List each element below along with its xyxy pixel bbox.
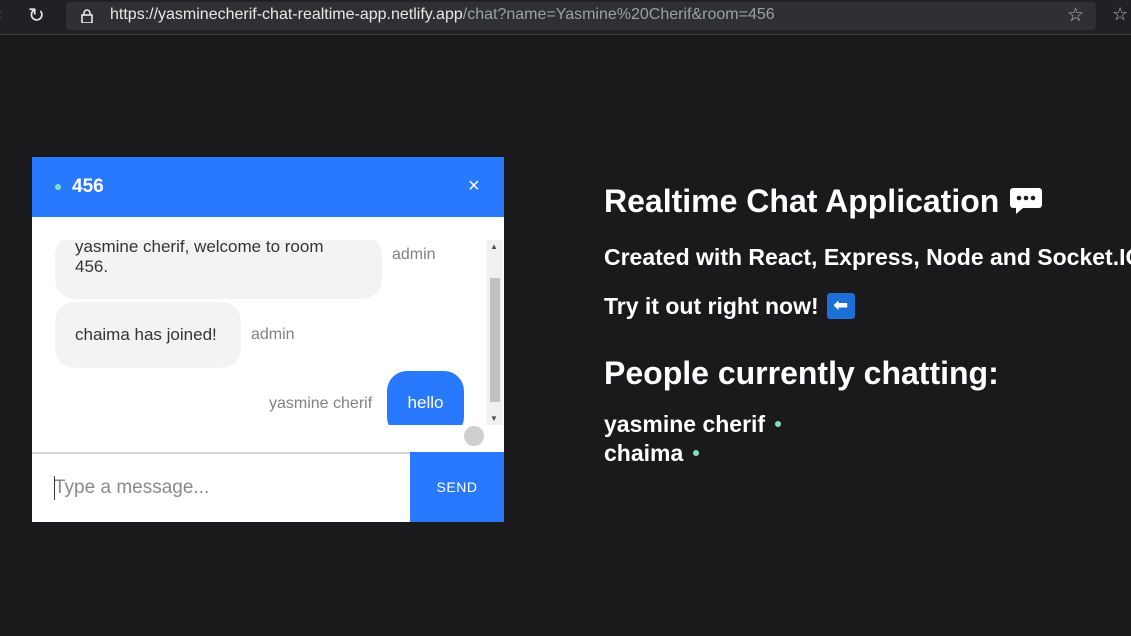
browser-toolbar: ‹ ↻ https://yasminecherif-chat-realtime-… bbox=[0, 0, 1131, 35]
person-item: chaima bbox=[604, 439, 1131, 468]
message-sender: admin bbox=[392, 246, 436, 263]
url-path: /chat?name=Yasmine%20Cherif&room=456 bbox=[462, 6, 775, 23]
url-text: https://yasminecherif-chat-realtime-app.… bbox=[110, 6, 775, 24]
messages-scrollbar[interactable]: ▲ ▼ bbox=[487, 240, 503, 425]
message-bubble: hello bbox=[387, 371, 464, 425]
app-title-text: Realtime Chat Application bbox=[604, 183, 1000, 219]
url-base: https://yasminecherif-chat-realtime-app.… bbox=[110, 6, 463, 23]
text-caret bbox=[54, 476, 55, 500]
people-list: yasmine cherif chaima bbox=[604, 410, 1131, 468]
message-item: yasmine cherif, welcome to room 456. adm… bbox=[55, 240, 475, 299]
message-sender: yasmine cherif bbox=[269, 395, 373, 412]
room-name: 456 bbox=[72, 176, 104, 197]
send-button[interactable]: SEND bbox=[410, 452, 504, 522]
left-arrow-icon: ⬅ bbox=[826, 292, 855, 319]
app-cta: Try it out right now! ⬅ bbox=[604, 292, 1131, 321]
back-icon[interactable]: ‹ bbox=[0, 6, 1, 24]
reload-icon[interactable]: ↻ bbox=[28, 3, 45, 28]
message-input[interactable] bbox=[32, 454, 410, 522]
address-bar[interactable]: https://yasminecherif-chat-realtime-app.… bbox=[66, 2, 1096, 30]
favorites-icon[interactable]: ☆ bbox=[1112, 4, 1128, 25]
message-text: yasmine cherif, welcome to room 456. bbox=[75, 240, 324, 276]
close-icon[interactable]: × bbox=[468, 175, 480, 198]
message-sender: admin bbox=[251, 326, 295, 343]
message-item: chaima has joined! admin bbox=[55, 302, 355, 368]
message-bubble: chaima has joined! bbox=[55, 302, 241, 368]
message-item-own: yasmine cherif hello bbox=[262, 371, 472, 425]
app-cta-text: Try it out right now! bbox=[604, 293, 819, 319]
online-indicator-icon bbox=[55, 184, 61, 190]
speech-balloon-icon bbox=[1010, 187, 1043, 214]
person-name: yasmine cherif bbox=[604, 410, 766, 437]
message-text: hello bbox=[407, 393, 444, 412]
app-subtitle: Created with React, Express, Node and So… bbox=[604, 244, 1131, 270]
messages-list[interactable]: yasmine cherif, welcome to room 456. adm… bbox=[32, 240, 504, 425]
scroll-up-icon[interactable]: ▲ bbox=[490, 242, 498, 251]
message-bubble: yasmine cherif, welcome to room 456. bbox=[55, 240, 382, 299]
chat-window: 456 × yasmine cherif, welcome to room 45… bbox=[32, 157, 504, 522]
message-text: chaima has joined! bbox=[75, 325, 217, 344]
person-name: chaima bbox=[604, 439, 684, 466]
lock-icon bbox=[81, 9, 93, 23]
online-indicator-icon bbox=[775, 420, 782, 427]
scroll-down-icon[interactable]: ▼ bbox=[490, 414, 498, 423]
online-indicator-icon bbox=[693, 449, 700, 456]
info-panel: Realtime Chat Application Created with R… bbox=[604, 183, 1131, 468]
chat-header: 456 × bbox=[32, 157, 504, 217]
scroll-to-bottom-icon[interactable] bbox=[464, 426, 484, 446]
person-item: yasmine cherif bbox=[604, 410, 1131, 439]
app-title: Realtime Chat Application bbox=[604, 183, 1131, 220]
bookmark-star-icon[interactable]: ☆ bbox=[1067, 4, 1084, 27]
people-heading: People currently chatting: bbox=[604, 354, 999, 391]
message-composer: SEND bbox=[32, 452, 504, 522]
scrollbar-thumb[interactable] bbox=[490, 278, 500, 402]
